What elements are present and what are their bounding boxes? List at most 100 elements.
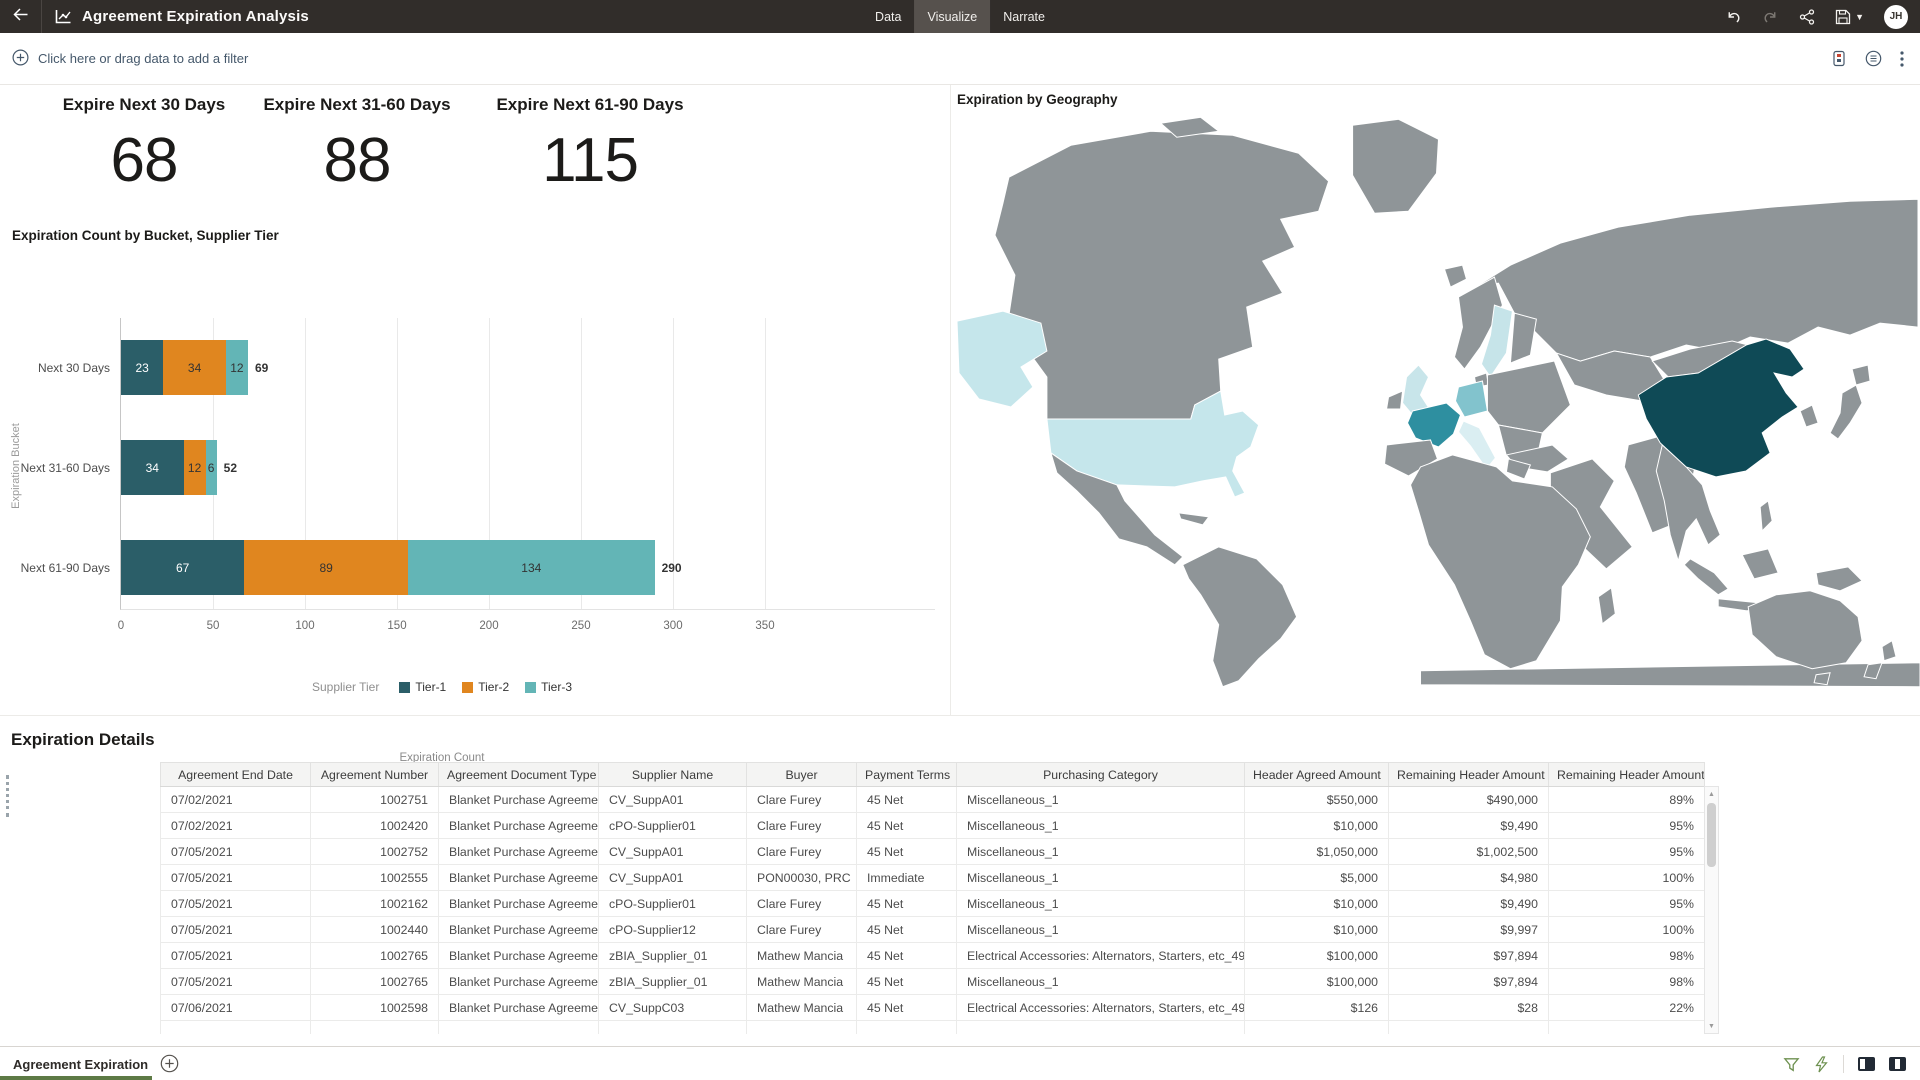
more-options-kebab-icon[interactable] [1900,51,1904,67]
filter-bar: Click here or drag data to add a filter [0,33,1920,85]
legend-item-tier-1[interactable]: Tier-1 [399,680,446,694]
bar-segment-tier-1[interactable]: 34 [121,440,184,495]
save-button[interactable]: ▼ [1835,9,1864,25]
map-country-indonesia[interactable] [1684,559,1728,595]
table-cell: Miscellaneous_1 [957,891,1245,917]
map-country-poland[interactable] [1487,361,1570,433]
layout-panel-left-icon[interactable] [1858,1057,1875,1071]
column-header[interactable]: Agreement Number [311,763,439,787]
map-country-philippines[interactable] [1760,501,1772,531]
table-cell: 1002751 [311,787,439,813]
category-label: Next 61-90 Days [0,561,110,575]
map-country-south-korea[interactable] [1800,405,1818,427]
column-header[interactable]: Purchasing Category [957,763,1245,787]
table-cell: $1,050,000 [1245,839,1389,865]
bar-segment-tier-2[interactable]: 34 [163,340,226,395]
map-country-japan[interactable] [1852,365,1870,385]
table-row[interactable]: 07/05/20211002555Blanket Purchase Agreem… [161,865,1705,891]
bar-segment-tier-1[interactable]: 67 [121,540,244,595]
add-canvas-button[interactable] [160,1054,179,1073]
column-header[interactable]: Remaining Header Amount [1549,763,1705,787]
kpi-expire-30-days[interactable]: Expire Next 30 Days 68 [24,85,264,220]
table-row[interactable]: 07/05/20211002765Blanket Purchase Agreem… [161,969,1705,995]
map-country-madagascar[interactable] [1598,588,1615,624]
table-cell [957,1021,1245,1035]
scroll-down-icon[interactable]: ▼ [1705,1019,1718,1033]
table-row[interactable]: 07/05/20211002162Blanket Purchase Agreem… [161,891,1705,917]
map-country-australia[interactable] [1814,673,1830,685]
column-header[interactable]: Header Agreed Amount [1245,763,1389,787]
bar-segment-tier-2[interactable]: 89 [244,540,408,595]
table-cell: 45 Net [857,891,957,917]
bar-segment-tier-3[interactable]: 12 [226,340,248,395]
table-row[interactable]: 07/05/20211002440Blanket Purchase Agreem… [161,917,1705,943]
map-country-japan[interactable] [1830,385,1862,439]
map-country-brazil[interactable] [1183,547,1297,687]
table-row[interactable]: 07/06/20211002598Blanket Purchase Agreem… [161,995,1705,1021]
back-button[interactable] [0,0,42,33]
column-header[interactable]: Buyer [747,763,857,787]
table-cell: 98% [1549,969,1705,995]
tab-data[interactable]: Data [862,0,914,33]
table-cell: Miscellaneous_1 [957,787,1245,813]
bar-segment-tier-1[interactable]: 23 [121,340,163,395]
map-country-russia[interactable] [1475,199,1918,361]
table-row[interactable]: 07/05/20211002765Blanket Purchase Agreem… [161,943,1705,969]
table-cell: 07/05/2021 [161,839,311,865]
map-country-united-states[interactable] [957,311,1047,407]
map-country-canada[interactable] [995,131,1329,419]
table-row[interactable]: 07/02/20211002420Blanket Purchase Agreem… [161,813,1705,839]
map-country-greenland[interactable] [1353,119,1439,213]
column-header[interactable]: Payment Terms [857,763,957,787]
map-country-new-zealand[interactable] [1882,641,1896,661]
table-cell: 07/02/2021 [161,813,311,839]
table-row-partial[interactable] [161,1021,1705,1035]
table-cell: Blanket Purchase Agreement [439,865,599,891]
map-country-iceland[interactable] [1444,265,1466,287]
column-header[interactable]: Remaining Header Amount [1389,763,1549,787]
auto-apply-data-icon[interactable] [1865,50,1882,67]
bar-segment-tier-2[interactable]: 12 [184,440,206,495]
table-row[interactable]: 07/05/20211002752Blanket Purchase Agreem… [161,839,1705,865]
map-country-antarctica[interactable] [1421,663,1920,687]
layout-panel-center-icon[interactable] [1889,1057,1906,1071]
kpi-expire-61-90-days[interactable]: Expire Next 61-90 Days 115 [470,85,710,220]
save-menu-caret-icon[interactable]: ▼ [1855,12,1864,22]
map-country-finland[interactable] [1510,313,1536,363]
kpi-value: 115 [542,125,638,196]
legend-item-tier-2[interactable]: Tier-2 [462,680,509,694]
legend-item-tier-3[interactable]: Tier-3 [525,680,572,694]
bar-segment-tier-3[interactable]: 6 [206,440,217,495]
add-filter-button[interactable]: Click here or drag data to add a filter [12,49,248,69]
lightning-bolt-icon[interactable] [1814,1056,1829,1073]
table-row[interactable]: 07/02/20211002751Blanket Purchase Agreem… [161,787,1705,813]
column-header[interactable]: Supplier Name [599,763,747,787]
scroll-up-icon[interactable]: ▲ [1705,787,1718,801]
map-country-indonesia[interactable] [1742,549,1778,579]
filter-bar-settings-icon[interactable] [1831,50,1847,67]
bar-segment-tier-3[interactable]: 134 [408,540,655,595]
map-country-ireland[interactable] [1387,391,1403,409]
tab-visualize[interactable]: Visualize [914,0,990,33]
undo-icon[interactable] [1725,9,1742,25]
world-map[interactable] [951,115,1920,690]
column-header[interactable]: Agreement Document Type [439,763,599,787]
column-header[interactable]: Agreement End Date [161,763,311,787]
map-country-papua-new-guinea[interactable] [1816,567,1862,591]
x-tick-label: 100 [283,620,327,632]
filter-funnel-icon[interactable] [1783,1056,1800,1073]
table-cell: 07/06/2021 [161,995,311,1021]
scrollbar-thumb[interactable] [1707,803,1716,867]
map-country-australia[interactable] [1748,591,1862,669]
table-scrollbar[interactable]: ▲ ▼ [1704,786,1719,1034]
user-avatar[interactable]: JH [1884,5,1908,29]
table-cell: Blanket Purchase Agreement [439,943,599,969]
top-header-bar: Agreement Expiration Analysis Data Visua… [0,0,1920,33]
table-cell: Blanket Purchase Agreement [439,969,599,995]
kpi-expire-31-60-days[interactable]: Expire Next 31-60 Days 88 [237,85,477,220]
table-cell: 100% [1549,917,1705,943]
share-icon[interactable] [1799,9,1815,25]
map-country-cuba[interactable] [1179,513,1209,525]
map-country-germany[interactable] [1455,381,1487,417]
tab-narrate[interactable]: Narrate [990,0,1058,33]
